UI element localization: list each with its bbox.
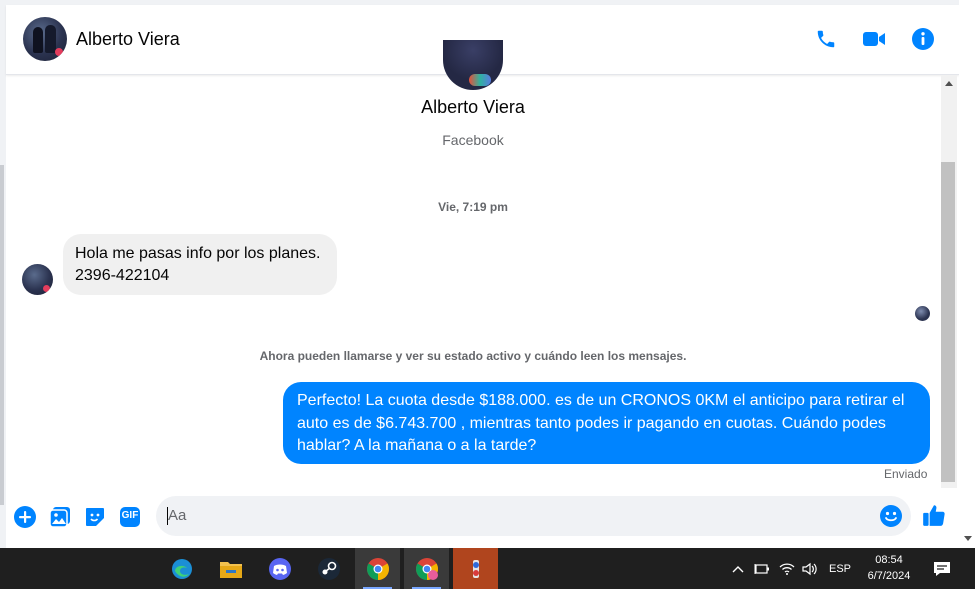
page-scroll-down-icon[interactable] [964, 536, 972, 541]
chrome-icon[interactable] [355, 548, 400, 589]
clock-date: 6/7/2024 [867, 570, 911, 582]
sticker-icon[interactable] [82, 504, 108, 530]
contact-name[interactable]: Alberto Viera [76, 29, 180, 50]
left-panel-edge [0, 0, 6, 548]
profile-source: Facebook [442, 132, 504, 148]
contact-avatar[interactable] [23, 17, 67, 61]
emoji-icon[interactable] [879, 504, 903, 528]
sender-avatar[interactable] [22, 264, 53, 295]
outgoing-message-line: auto es de $6.743.700 , mientras tanto p… [297, 414, 886, 432]
seen-indicator-avatar [915, 306, 930, 321]
page-scrollbar[interactable] [959, 0, 975, 548]
message-composer: GIF Aa [6, 488, 959, 548]
battery-icon[interactable] [752, 548, 772, 589]
activity-notice: Ahora pueden llamarse y ver su estado ac… [259, 349, 687, 363]
messenger-window: Alberto Viera Alberto Viera Facebook Vie… [0, 0, 975, 589]
discord-icon[interactable] [257, 548, 302, 589]
file-explorer-icon[interactable] [208, 548, 253, 589]
info-icon[interactable] [909, 25, 937, 53]
scroll-up-arrow-icon[interactable] [945, 81, 953, 86]
video-icon[interactable] [860, 25, 888, 53]
profile-name: Alberto Viera [421, 97, 525, 117]
image-icon[interactable] [47, 504, 73, 530]
outgoing-message-line: Perfecto! La cuota desde $188.000. es de… [297, 392, 905, 409]
phone-icon[interactable] [812, 25, 840, 53]
incoming-message-line: 2396-422104 [75, 267, 170, 284]
clock-time: 08:54 [875, 554, 903, 566]
wifi-icon[interactable] [777, 548, 797, 589]
plus-icon[interactable] [12, 504, 38, 530]
message-input-placeholder: Aa [168, 507, 187, 524]
profile-avatar[interactable] [443, 40, 503, 90]
chrome-profile-icon[interactable] [404, 548, 449, 589]
message-timestamp: Vie, 7:19 pm [438, 200, 508, 214]
like-icon[interactable] [921, 502, 947, 528]
app-icon[interactable] [453, 548, 498, 589]
left-scrollbar[interactable] [0, 165, 4, 505]
edge-icon[interactable] [159, 548, 204, 589]
message-input[interactable]: Aa [156, 496, 911, 536]
thread-scrollbar[interactable] [941, 75, 957, 548]
gif-icon[interactable]: GIF [117, 504, 143, 530]
gif-label: GIF [121, 510, 139, 521]
outgoing-message[interactable]: Perfecto! La cuota desde $188.000. es de… [283, 382, 930, 464]
chevron-up-icon[interactable] [728, 548, 748, 589]
message-status: Enviado [884, 467, 928, 481]
outgoing-message-line: hablar? A la mañana o a la tarde? [297, 437, 537, 454]
incoming-message[interactable]: Hola me pasas info por los planes. 2396-… [63, 234, 337, 295]
incoming-message-line: Hola me pasas info por los planes. [75, 245, 321, 262]
steam-icon[interactable] [306, 548, 351, 589]
volume-icon[interactable] [800, 548, 820, 589]
clock[interactable]: 08:54 6/7/2024 [856, 552, 922, 584]
scroll-thumb[interactable] [941, 162, 955, 482]
notifications-icon[interactable] [930, 548, 954, 589]
windows-taskbar: ESP 08:54 6/7/2024 [0, 548, 975, 589]
language-indicator[interactable]: ESP [826, 548, 854, 589]
